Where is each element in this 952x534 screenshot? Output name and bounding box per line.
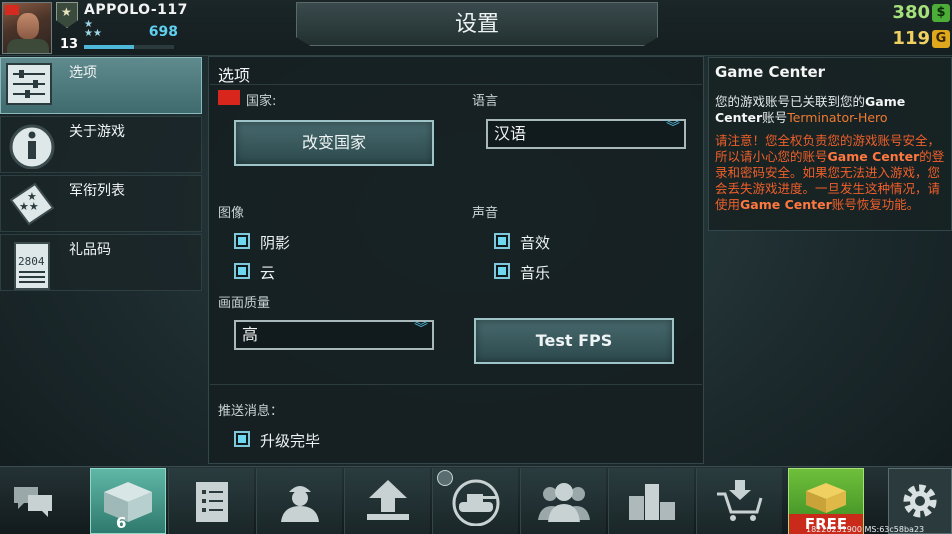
sidebar-item-about[interactable]: 关于游戏 [0,116,202,173]
shop-button[interactable] [696,468,782,534]
language-value: 汉语 [494,124,527,143]
group-icon [537,483,590,522]
info-icon [5,121,59,170]
tank-icon [452,479,499,526]
flag-icon [5,5,19,15]
avatar-face [17,13,39,39]
rank-stars-icon: ★ ★★ [84,19,102,39]
checkbox-tick [238,435,246,443]
language-select[interactable]: 汉语 ︾ [486,119,686,149]
sfx-checkbox[interactable] [494,233,510,249]
game-center-warning: 请注意！您全权负责您的游戏账号安全，所以请小心您的账号Game Center的登… [715,133,949,213]
player-level: 13 [59,37,79,52]
test-fps-button[interactable]: Test FPS [474,318,674,364]
star-icon: ★ [61,5,72,19]
linked-text-prefix: 您的游戏账号已关联到您的 [715,94,866,109]
sidebar-item-options[interactable]: 选项 [0,57,202,114]
music-label: 音乐 [520,264,551,282]
sliders-icon [5,62,59,110]
leaderboard-button[interactable] [608,468,694,534]
crate-icon [104,482,152,522]
clouds-checkbox[interactable] [234,263,250,279]
clan-button[interactable] [520,468,606,534]
player-avatar[interactable] [2,2,52,54]
xp-value: 698 [148,24,178,40]
version-text: 18220231900 MS:63c58ba23 [806,525,925,534]
graphics-label: 图像 [218,206,245,221]
chevron-down-icon: ︾ [414,321,428,337]
upgrade-done-checkbox[interactable] [234,431,250,447]
gold-amount: 119 [892,28,930,49]
warning-part-c: 账号恢复功能。 [831,197,920,212]
svg-text:2804: 2804 [18,255,45,268]
upgrade-icon [366,480,409,520]
quality-label: 画面质量 [218,296,271,311]
podium-icon [628,484,675,520]
sidebar-item-gift-code[interactable]: 2804 礼品码 [0,234,202,291]
quality-select[interactable]: 高 ︾ [234,320,434,350]
cash-icon[interactable]: $ [932,4,950,22]
game-center-panel: Game Center 您的游戏账号已关联到您的Game Center账号Ter… [708,57,952,231]
checkbox-tick [238,237,246,245]
xp-progress-bar [84,45,174,49]
china-flag-icon [218,90,240,105]
sound-label: 声音 [472,206,499,221]
avatar-body [7,39,49,53]
chat-icon [14,487,52,517]
linked-text-mid: 账号 [762,110,788,125]
game-center-linked-text: 您的游戏账号已关联到您的Game Center账号Terminator-Hero [715,94,949,126]
shadow-label: 阴影 [260,234,291,252]
upgrade-button[interactable] [344,468,430,534]
shopping-cart-icon [716,480,762,521]
sidebar-item-label: 关于游戏 [69,124,125,140]
page-title: 设置 [454,12,499,37]
rank-stars-icon: ★★ ★ [5,180,59,228]
gold-icon[interactable]: G [932,30,950,48]
gift-ticket-icon: 2804 [5,239,59,290]
sidebar-item-label: 礼品码 [69,242,111,258]
crate-count: 6 [116,514,127,532]
checklist-icon [195,482,228,522]
quality-value: 高 [242,325,259,344]
change-country-button[interactable]: 改变国家 [234,120,434,166]
checkbox-tick [238,267,246,275]
warning-service: Game Center [827,149,920,164]
divider [210,384,702,385]
player-name: APPOLO-117 [84,2,188,18]
missions-button[interactable] [168,468,254,534]
xp-progress-fill [84,45,134,49]
push-notifications-label: 推送消息： [218,404,284,419]
music-checkbox[interactable] [494,263,510,279]
language-label: 语言 [472,94,499,109]
shadow-checkbox[interactable] [234,233,250,249]
cash-amount: 380 [892,2,930,23]
linked-account: Terminator-Hero [787,110,888,125]
sidebar-item-label: 军衔列表 [69,183,125,199]
sidebar-item-label: 选项 [69,65,97,81]
soldier-icon [280,486,319,522]
flag-badge-icon [437,470,453,486]
divider [210,84,702,85]
warning-service-2: Game Center [740,197,832,212]
checkbox-tick [498,237,506,245]
commander-button[interactable] [256,468,342,534]
svg-text:★: ★ [27,190,37,203]
chat-button[interactable] [0,468,66,534]
checkbox-tick [498,267,506,275]
clouds-label: 云 [260,264,276,282]
country-label: 国家: [246,94,277,109]
sidebar-item-ranks[interactable]: ★★ ★ 军衔列表 [0,175,202,232]
sfx-label: 音效 [520,234,551,252]
upgrade-done-label: 升级完毕 [260,432,321,450]
supply-crate-button[interactable] [90,468,166,534]
options-title: 选项 [218,66,251,85]
game-center-title: Game Center [715,63,826,81]
chevron-down-icon: ︾ [666,120,680,136]
gear-icon [903,484,937,518]
